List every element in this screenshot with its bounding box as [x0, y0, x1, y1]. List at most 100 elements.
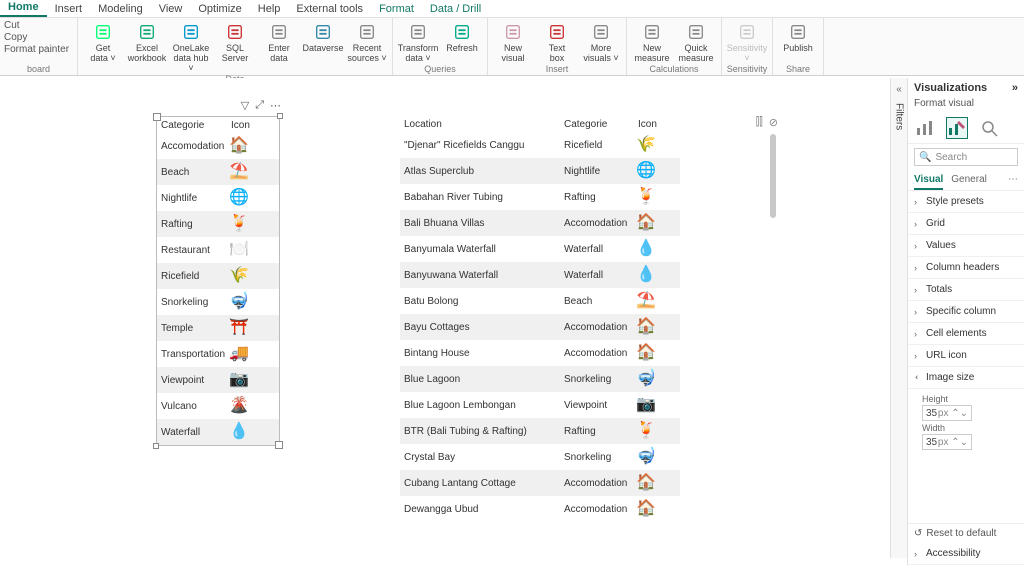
focus-icon[interactable]: ⤢ — [255, 99, 264, 112]
table-row[interactable]: Bintang HouseAccomodation🏠 — [400, 340, 680, 366]
ribbon-dataverse[interactable]: Dataverse — [302, 20, 344, 74]
ribbon-recent-sources-[interactable]: Recentsources ˅ — [346, 20, 388, 74]
table-row[interactable]: BTR (Bali Tubing & Rafting)Rafting🍹 — [400, 418, 680, 444]
table-row[interactable]: Beach⛱️ — [157, 159, 279, 185]
ribbon-onelake-data-hub-[interactable]: OneLakedata hub ˅ — [170, 20, 212, 74]
section-image-size[interactable]: ⌄Image size — [908, 367, 1024, 389]
block-icon[interactable]: ⊘ — [769, 116, 778, 129]
table-row[interactable]: Transportation🚚 — [157, 341, 279, 367]
ribbon-new-measure[interactable]: Newmeasure — [631, 20, 673, 64]
table-row[interactable]: Ricefield🌾 — [157, 263, 279, 289]
menu-tab-view[interactable]: View — [151, 1, 191, 17]
table-row[interactable]: Waterfall💧 — [157, 419, 279, 445]
ribbon-group-calc: NewmeasureQuickmeasureCalculations — [627, 18, 722, 75]
table-row[interactable]: Banyuwana WaterfallWaterfall💧 — [400, 262, 680, 288]
ribbon-quick-measure[interactable]: Quickmeasure — [675, 20, 717, 64]
menu-tab-data-drill[interactable]: Data / Drill — [422, 1, 489, 17]
col-header-categorie[interactable]: Categorie — [560, 119, 634, 130]
ribbon-transform-data-[interactable]: Transformdata ˅ — [397, 20, 439, 64]
table-row[interactable]: Rafting🍹 — [157, 211, 279, 237]
ribbon-group-label: Sensitivity — [726, 64, 768, 75]
cell-icon: 🏠 — [634, 345, 674, 361]
more-icon[interactable]: ⋯ — [270, 99, 281, 112]
cell-categorie: Restaurant — [157, 245, 227, 256]
ribbon-sql-server[interactable]: SQLServer — [214, 20, 256, 74]
analytics-icon[interactable] — [978, 117, 1000, 139]
visual-category-table[interactable]: ▽ ⤢ ⋯ Categorie Icon Accomodation🏠Beach⛱… — [156, 116, 280, 446]
table-row[interactable]: Restaurant🍽️ — [157, 237, 279, 263]
menu-tab-help[interactable]: Help — [250, 1, 289, 17]
section-totals[interactable]: ›Totals — [908, 279, 1024, 301]
reset-to-default[interactable]: ↺ Reset to default — [908, 523, 1024, 543]
table-row[interactable]: Temple⛩️ — [157, 315, 279, 341]
ribbon-more-visuals-[interactable]: Morevisuals ˅ — [580, 20, 622, 64]
col-header-icon[interactable]: Icon — [227, 120, 277, 131]
report-canvas[interactable]: ▽ ⤢ ⋯ Categorie Icon Accomodation🏠Beach⛱… — [0, 78, 890, 565]
menu-tab-format[interactable]: Format — [371, 1, 422, 17]
col-header-categorie[interactable]: Categorie — [157, 120, 227, 131]
clipboard-copy[interactable]: Copy — [4, 32, 69, 43]
ribbon-text-box[interactable]: Textbox — [536, 20, 578, 64]
section-column-headers[interactable]: ›Column headers — [908, 257, 1024, 279]
section-cell-elements[interactable]: ›Cell elements — [908, 323, 1024, 345]
table-row[interactable]: Cubang Lantang CottageAccomodation🏠 — [400, 470, 680, 496]
menu-tab-home[interactable]: Home — [0, 0, 47, 17]
menu-tab-optimize[interactable]: Optimize — [190, 1, 249, 17]
tab-more-icon[interactable]: ⋯ — [1008, 174, 1018, 190]
table-row[interactable]: Crystal BaySnorkeling🤿 — [400, 444, 680, 470]
height-input[interactable]: 35px ⌃⌄ — [922, 405, 972, 421]
table-row[interactable]: Accomodation🏠 — [157, 133, 279, 159]
build-visual-icon[interactable] — [914, 117, 936, 139]
collapse-icon[interactable]: » — [1012, 82, 1018, 94]
tab-visual[interactable]: Visual — [914, 174, 943, 190]
expand-filters-icon[interactable]: « — [896, 84, 902, 95]
ribbon-group-label: Calculations — [631, 64, 717, 75]
table-row[interactable]: Dewangga UbudAccomodation🏠 — [400, 496, 680, 522]
table-row[interactable]: Vulcano🌋 — [157, 393, 279, 419]
table-row[interactable]: Batu BolongBeach⛱️ — [400, 288, 680, 314]
filters-pane-collapsed[interactable]: « Filters — [890, 78, 907, 558]
ribbon-enter-data[interactable]: Enterdata — [258, 20, 300, 74]
filter-icon[interactable]: ▽ — [241, 99, 249, 112]
clipboard-cut[interactable]: Cut — [4, 20, 69, 31]
ribbon-get-data-[interactable]: Getdata ˅ — [82, 20, 124, 74]
table-row[interactable]: Viewpoint📷 — [157, 367, 279, 393]
section-accessibility[interactable]: › Accessibility — [908, 543, 1024, 565]
section-style-presets[interactable]: ›Style presets — [908, 191, 1024, 213]
table-row[interactable]: Blue LagoonSnorkeling🤿 — [400, 366, 680, 392]
format-visual-icon[interactable] — [946, 117, 968, 139]
ribbon-refresh[interactable]: Refresh — [441, 20, 483, 64]
menu-tab-insert[interactable]: Insert — [47, 1, 91, 17]
table-row[interactable]: Nightlife🌐 — [157, 185, 279, 211]
clipboard-painter[interactable]: Format painter — [4, 44, 69, 55]
ribbon-excel-workbook[interactable]: Excelworkbook — [126, 20, 168, 74]
menu-tab-modeling[interactable]: Modeling — [90, 1, 151, 17]
col-header-location[interactable]: Location — [400, 119, 560, 130]
table-row[interactable]: Babahan River TubingRafting🍹 — [400, 184, 680, 210]
ribbon-new-visual[interactable]: Newvisual — [492, 20, 534, 64]
section-grid[interactable]: ›Grid — [908, 213, 1024, 235]
table-row[interactable]: Banyumala WaterfallWaterfall💧 — [400, 236, 680, 262]
chart-icon[interactable]: ⫿⫿ — [756, 116, 763, 129]
table-row[interactable]: "Djenar" Ricefields CangguRicefield🌾 — [400, 132, 680, 158]
search-input[interactable]: 🔍 Search — [914, 148, 1018, 166]
table-row[interactable]: Blue Lagoon LembonganViewpoint📷 — [400, 392, 680, 418]
section-url-icon[interactable]: ›URL icon — [908, 345, 1024, 367]
cell-icon: 🌐 — [227, 190, 277, 206]
ribbon-publish[interactable]: Publish — [777, 20, 819, 54]
chevron-right-icon: › — [914, 549, 922, 559]
section-values[interactable]: ›Values — [908, 235, 1024, 257]
menu-tab-external-tools[interactable]: External tools — [288, 1, 371, 17]
table-row[interactable]: Snorkeling🤿 — [157, 289, 279, 315]
visual-location-table[interactable]: ⫿⫿ ⊘ Location Categorie Icon "Djenar" Ri… — [400, 116, 680, 522]
col-header-icon[interactable]: Icon — [634, 119, 674, 130]
cell-location: Dewangga Ubud — [400, 504, 560, 515]
width-input[interactable]: 35px ⌃⌄ — [922, 434, 972, 450]
cell-categorie: Nightlife — [157, 193, 227, 204]
table-row[interactable]: Atlas SuperclubNightlife🌐 — [400, 158, 680, 184]
section-specific-column[interactable]: ›Specific column — [908, 301, 1024, 323]
scrollbar[interactable] — [770, 134, 776, 218]
tab-general[interactable]: General — [951, 174, 987, 190]
table-row[interactable]: Bali Bhuana VillasAccomodation🏠 — [400, 210, 680, 236]
table-row[interactable]: Bayu CottagesAccomodation🏠 — [400, 314, 680, 340]
